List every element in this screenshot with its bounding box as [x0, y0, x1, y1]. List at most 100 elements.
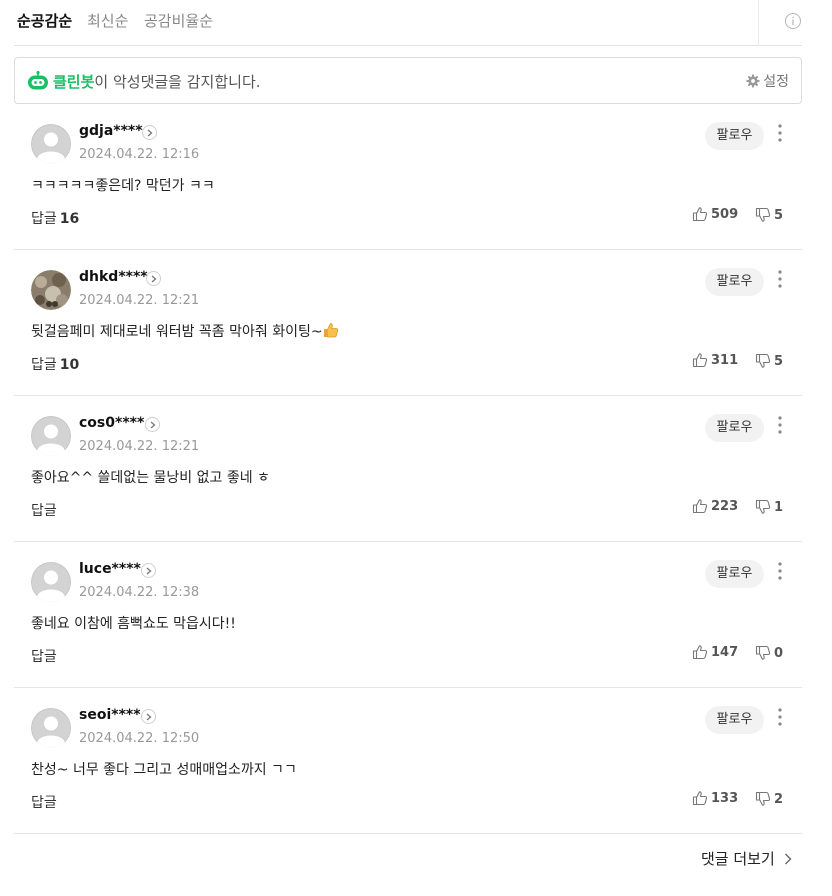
comment-item: dhkd**** 2024.04.22. 12:21 팔로우 뒷걸음페미 제대로…	[14, 250, 802, 396]
like-count: 509	[711, 206, 739, 222]
chevron-right-icon	[146, 567, 152, 575]
like-count: 133	[711, 790, 739, 806]
comment-item: luce**** 2024.04.22. 12:38 팔로우 좋네요 이참에 흠…	[14, 542, 802, 688]
comment-text: 뒷걸음페미 제대로네 워터밤 꼭좀 막아줘 화이팅~	[31, 321, 339, 341]
avatar[interactable]	[31, 562, 71, 602]
reply-label: 답글	[31, 503, 57, 519]
thumbs-down-icon	[755, 207, 771, 222]
cleanbot-brand: 클린봇	[53, 73, 95, 91]
comment-nickname[interactable]: seoi****	[79, 707, 141, 723]
like-button[interactable]: 133	[692, 790, 738, 806]
dislike-button[interactable]: 5	[755, 207, 783, 223]
thumbs-up-icon	[692, 353, 708, 368]
more-comments-button[interactable]: 댓글 더보기	[701, 848, 792, 869]
comment-date: 2024.04.22. 12:16	[79, 147, 200, 162]
chevron-right-icon	[146, 713, 152, 721]
profile-arrow-button[interactable]	[141, 563, 156, 578]
thumbs-up-icon	[692, 207, 708, 222]
profile-arrow-button[interactable]	[142, 125, 157, 140]
follow-button[interactable]: 팔로우	[705, 414, 764, 442]
reply-label: 답글	[31, 795, 57, 811]
like-button[interactable]: 311	[692, 352, 738, 368]
more-options-icon[interactable]	[772, 414, 788, 436]
reply-label: 답글	[31, 649, 57, 665]
follow-button[interactable]: 팔로우	[705, 706, 764, 734]
chevron-right-icon	[147, 129, 153, 137]
like-button[interactable]: 147	[692, 644, 738, 660]
thumbs-up-icon	[692, 499, 708, 514]
reply-button[interactable]: 답글 10	[31, 354, 79, 374]
profile-arrow-button[interactable]	[145, 417, 160, 432]
dislike-button[interactable]: 5	[755, 353, 783, 369]
cleanbot-banner: 클린봇이 악성댓글을 감지합니다. 설정	[14, 57, 802, 104]
cleanbot-robot-icon	[28, 71, 48, 90]
comment-date: 2024.04.22. 12:38	[79, 585, 200, 600]
follow-button[interactable]: 팔로우	[705, 268, 764, 296]
dislike-count: 1	[774, 499, 784, 515]
default-avatar-icon	[31, 416, 71, 456]
comment-text: 좋아요^^ 쓸데없는 물낭비 없고 좋네 ㅎ	[31, 470, 270, 486]
comment-text: 좋네요 이참에 흠뻑쇼도 막읍시다!!	[31, 616, 236, 632]
comment-text: ㅋㅋㅋㅋㅋ좋은데? 막던가 ㅋㅋ	[31, 178, 215, 194]
more-comments-label: 댓글 더보기	[701, 850, 775, 868]
thumbs-up-icon	[692, 791, 708, 806]
chevron-right-icon	[784, 853, 792, 864]
chevron-right-icon	[150, 421, 156, 429]
thumbs-up-emoji-icon	[323, 323, 338, 338]
reply-count: 16	[59, 211, 80, 227]
cleanbot-settings-button[interactable]: 설정	[746, 71, 789, 91]
comment-date: 2024.04.22. 12:21	[79, 439, 200, 454]
thumbs-up-icon	[692, 645, 708, 660]
dislike-button[interactable]: 0	[755, 645, 783, 661]
more-options-icon[interactable]	[772, 706, 788, 728]
more-options-icon[interactable]	[772, 268, 788, 290]
comment-nickname[interactable]: gdja****	[79, 123, 143, 139]
avatar[interactable]	[31, 416, 71, 456]
sort-tab-latest[interactable]: 최신순	[87, 10, 128, 31]
sort-tab-ratio[interactable]: 공감비율순	[144, 10, 213, 31]
avatar[interactable]	[31, 124, 71, 164]
like-count: 311	[711, 352, 739, 368]
reply-button[interactable]: 답글 16	[31, 208, 79, 228]
like-count: 223	[711, 498, 739, 514]
dislike-count: 5	[774, 353, 784, 369]
like-count: 147	[711, 644, 739, 660]
reply-button[interactable]: 답글	[31, 792, 57, 812]
comment-nickname[interactable]: cos0****	[79, 415, 144, 431]
comment-date: 2024.04.22. 12:50	[79, 731, 200, 746]
reply-button[interactable]: 답글	[31, 500, 57, 520]
more-options-icon[interactable]	[772, 560, 788, 582]
cleanbot-message: 클린봇이 악성댓글을 감지합니다.	[53, 71, 261, 92]
user-photo-avatar	[31, 270, 71, 310]
comment-item: gdja**** 2024.04.22. 12:16 팔로우 ㅋㅋㅋㅋㅋ좋은데?…	[14, 104, 802, 250]
thumbs-down-icon	[755, 791, 771, 806]
comment-nickname[interactable]: luce****	[79, 561, 141, 577]
follow-button[interactable]: 팔로우	[705, 122, 764, 150]
profile-arrow-button[interactable]	[146, 271, 161, 286]
dislike-count: 5	[774, 207, 784, 223]
avatar[interactable]	[31, 270, 71, 310]
dislike-button[interactable]: 2	[755, 791, 783, 807]
dislike-count: 2	[774, 791, 784, 807]
info-icon[interactable]	[784, 12, 802, 30]
sort-bar: 순공감순 최신순 공감비율순	[14, 0, 802, 46]
reply-count: 10	[59, 357, 80, 373]
sort-tab-popular[interactable]: 순공감순	[17, 10, 72, 31]
follow-button[interactable]: 팔로우	[705, 560, 764, 588]
reply-button[interactable]: 답글	[31, 646, 57, 666]
comment-date: 2024.04.22. 12:21	[79, 293, 200, 308]
profile-arrow-button[interactable]	[141, 709, 156, 724]
like-button[interactable]: 223	[692, 498, 738, 514]
more-options-icon[interactable]	[772, 122, 788, 144]
settings-label: 설정	[763, 74, 789, 90]
comment-item: cos0**** 2024.04.22. 12:21 팔로우 좋아요^^ 쓸데없…	[14, 396, 802, 542]
like-button[interactable]: 509	[692, 206, 738, 222]
avatar[interactable]	[31, 708, 71, 748]
comment-nickname[interactable]: dhkd****	[79, 269, 148, 285]
cleanbot-message-text: 이 악성댓글을 감지합니다.	[94, 73, 261, 91]
default-avatar-icon	[31, 562, 71, 602]
default-avatar-icon	[31, 708, 71, 748]
thumbs-down-icon	[755, 353, 771, 368]
default-avatar-icon	[31, 124, 71, 164]
dislike-button[interactable]: 1	[755, 499, 783, 515]
